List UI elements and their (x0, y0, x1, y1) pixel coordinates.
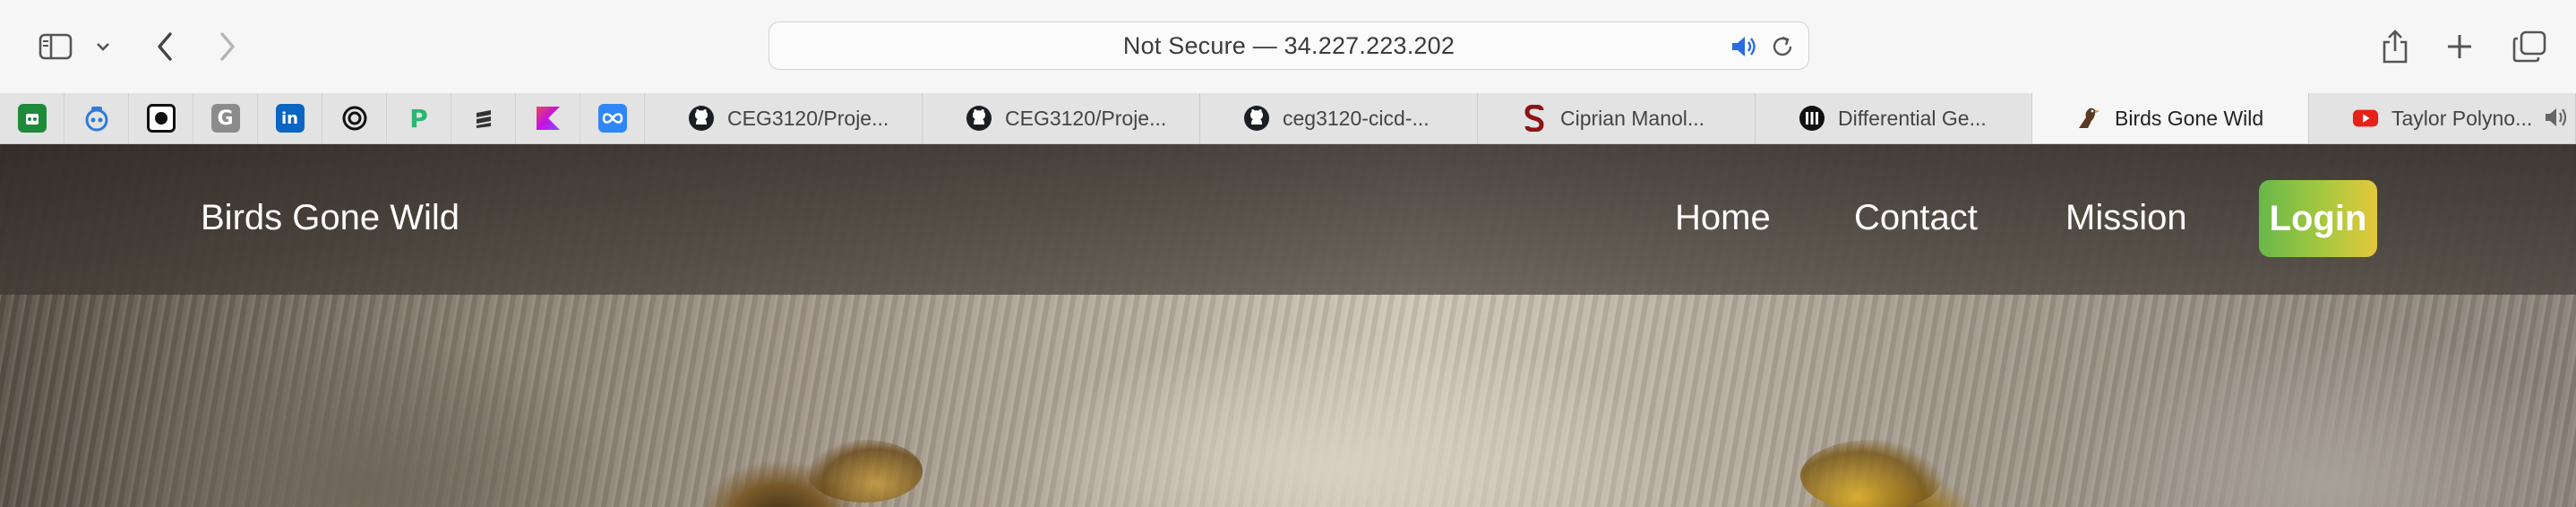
tab[interactable]: Ciprian Manol... (1478, 93, 1756, 143)
tab-label: Ciprian Manol... (1560, 106, 1705, 130)
site-brand[interactable]: Birds Gone Wild (201, 198, 459, 238)
tab-label: Taylor Polyno... (2391, 106, 2533, 130)
infinity-icon (597, 104, 627, 133)
tab-active[interactable]: Birds Gone Wild (2031, 93, 2309, 143)
blue-robot-icon (82, 104, 111, 133)
tab-bar: G in P CEG3120/Proje... CEG3120/Proje...… (0, 93, 2576, 144)
chevron-down-icon[interactable] (90, 27, 116, 66)
tab-label: CEG3120/Proje... (1005, 106, 1167, 130)
address-text: Not Secure — 34.227.223.202 (1122, 31, 1455, 59)
openai-icon (340, 104, 369, 133)
sidebar-icon[interactable] (36, 27, 75, 66)
pinned-tab[interactable]: P (387, 93, 451, 143)
pinned-tab[interactable] (129, 93, 193, 143)
film-icon (1799, 105, 1825, 132)
login-button[interactable]: Login (2259, 180, 2377, 257)
share-icon[interactable] (2375, 27, 2415, 66)
pinned-tab[interactable] (516, 93, 580, 143)
stack-icon (469, 104, 498, 133)
linkedin-icon: in (275, 104, 305, 133)
github-icon (966, 105, 992, 132)
reload-icon[interactable] (1769, 33, 1796, 60)
youtube-icon (2352, 105, 2379, 132)
nav-home-link[interactable]: Home (1675, 198, 1771, 238)
back-arrow-icon[interactable] (145, 27, 185, 66)
tab[interactable]: Taylor Polyno... (2309, 93, 2576, 143)
tab-label: ceg3120-cicd-... (1283, 106, 1430, 130)
pinned-tab[interactable] (64, 93, 129, 143)
green-app-icon (17, 104, 47, 133)
speaker-icon[interactable] (2543, 105, 2572, 132)
web-page: Birds Gone Wild Home Contact Mission Log… (0, 144, 2576, 507)
stanford-icon (1521, 105, 1548, 132)
tab[interactable]: Differential Ge... (1756, 93, 2033, 143)
pinned-tab[interactable]: G (193, 93, 258, 143)
nav-mission-link[interactable]: Mission (2065, 198, 2187, 238)
g-icon: G (210, 104, 240, 133)
tab-label: Differential Ge... (1838, 106, 1987, 130)
address-bar[interactable]: Not Secure — 34.227.223.202 (769, 21, 1809, 70)
tab[interactable]: CEG3120/Proje... (923, 93, 1200, 143)
browser-toolbar: Not Secure — 34.227.223.202 (0, 0, 2576, 94)
pinned-tab[interactable] (451, 93, 516, 143)
github-icon (688, 105, 715, 132)
tab-label: Birds Gone Wild (2115, 106, 2264, 130)
tab[interactable]: CEG3120/Proje... (645, 93, 923, 143)
p-icon: P (409, 103, 428, 133)
pinned-tab[interactable] (322, 93, 387, 143)
black-circle-icon (146, 104, 176, 133)
eagle-icon (2075, 105, 2102, 132)
forward-arrow-icon[interactable] (208, 27, 247, 66)
pinned-tab[interactable] (0, 93, 64, 143)
tab-label: CEG3120/Proje... (727, 106, 889, 130)
kotlin-icon (534, 104, 562, 133)
plus-icon[interactable] (2440, 27, 2479, 66)
github-icon (1243, 105, 1270, 132)
pinned-tab[interactable]: in (258, 93, 322, 143)
pinned-tab[interactable] (580, 93, 645, 143)
site-navbar: Birds Gone Wild Home Contact Mission Log… (0, 144, 2576, 295)
speaker-icon[interactable] (1730, 33, 1758, 60)
tab[interactable]: ceg3120-cicd-... (1200, 93, 1478, 143)
owl-eye-left (806, 440, 923, 503)
nav-contact-link[interactable]: Contact (1854, 198, 1978, 238)
owl-eye-right (1800, 440, 1944, 507)
tabs-overview-icon[interactable] (2508, 27, 2551, 66)
